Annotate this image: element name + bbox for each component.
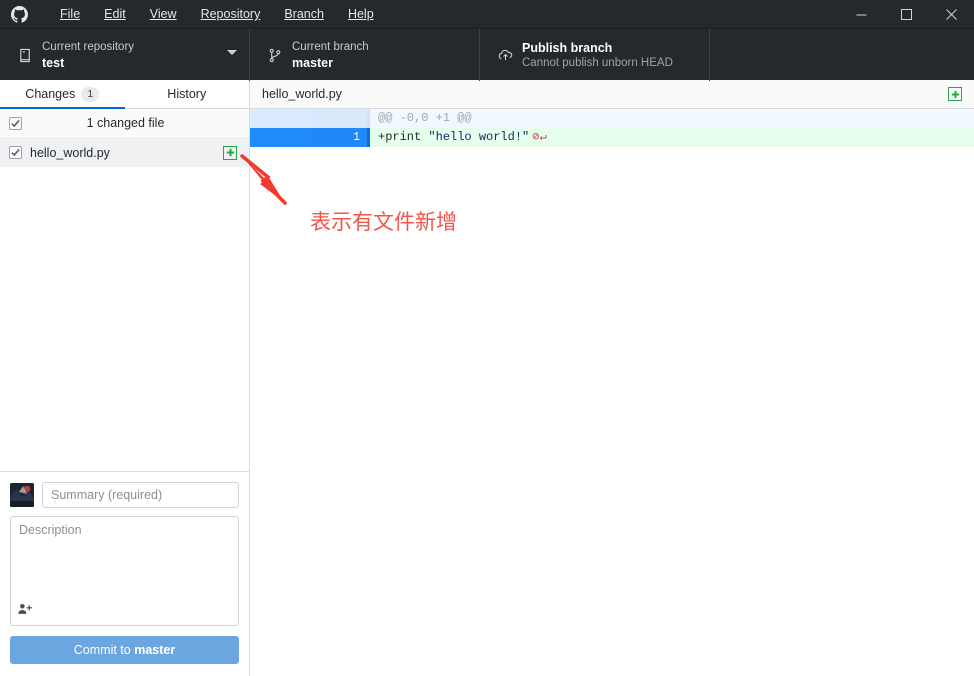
menu-item-help[interactable]: Help <box>336 3 386 25</box>
repository-icon <box>12 48 38 63</box>
diff-old-line-number <box>250 109 310 128</box>
menu-item-view-label: View <box>149 7 177 21</box>
commit-summary-row <box>10 482 239 508</box>
main-toolbar: Current repository test Current branch m… <box>0 28 974 81</box>
no-newline-eol-icon: ⊘↵ <box>532 130 547 144</box>
commit-summary-input[interactable] <box>42 482 239 508</box>
changes-count-badge: 1 <box>81 86 100 102</box>
diff-file-name: hello_world.py <box>262 87 342 101</box>
maximize-icon[interactable] <box>884 0 929 28</box>
menu-bar: File Edit View Repository Branch Help <box>48 3 386 25</box>
menu-item-repository-label: Repository <box>200 7 261 21</box>
sidebar-tabs: Changes 1 History <box>0 80 249 109</box>
commit-form: Commit to master <box>0 471 249 676</box>
menu-item-view[interactable]: View <box>138 3 189 25</box>
current-branch-button[interactable]: Current branch master <box>250 29 480 81</box>
commit-description-wrapper <box>10 516 239 626</box>
main-body: Changes 1 History 1 changed file hello_w… <box>0 80 974 676</box>
menu-item-branch[interactable]: Branch <box>272 3 336 25</box>
diff-pane: hello_world.py @@ -0,0 +1 @@ 1 +print "h… <box>250 80 974 676</box>
avatar <box>10 483 34 507</box>
current-branch-label: Current branch <box>292 40 369 53</box>
close-icon[interactable] <box>929 0 974 28</box>
commit-description-input[interactable] <box>11 517 238 625</box>
add-coauthor-icon[interactable] <box>18 602 32 620</box>
added-plus-icon <box>223 145 237 160</box>
diff-code-head: print <box>385 130 429 144</box>
current-branch-value: master <box>292 55 333 70</box>
added-plus-icon <box>948 87 962 101</box>
current-repository-label: Current repository <box>42 40 135 53</box>
github-logo-icon <box>4 5 34 23</box>
file-checkbox[interactable] <box>0 146 30 159</box>
select-all-files-row[interactable]: 1 changed file <box>0 109 249 138</box>
commit-button-prefix: Commit to <box>73 643 135 657</box>
menu-item-file-label: File <box>60 7 81 21</box>
publish-branch-title: Publish branch <box>522 40 613 55</box>
diff-hunk-line[interactable]: @@ -0,0 +1 @@ <box>250 109 974 128</box>
menu-item-branch-label: Branch <box>284 7 324 21</box>
diff-code-string: "hello world!" <box>428 130 530 144</box>
diff-new-line-number: 1 <box>310 128 370 147</box>
commit-to-branch-button[interactable]: Commit to master <box>10 636 239 664</box>
diff-header: hello_world.py <box>250 80 974 109</box>
tab-history-label: History <box>167 87 207 101</box>
file-name-label: hello_world.py <box>30 145 110 160</box>
changes-sidebar: Changes 1 History 1 changed file hello_w… <box>0 80 250 676</box>
tab-changes[interactable]: Changes 1 <box>0 80 125 109</box>
current-repository-button[interactable]: Current repository test <box>0 29 250 81</box>
diff-added-text: +print "hello world!" ⊘↵ <box>370 128 974 147</box>
minimize-icon[interactable] <box>839 0 884 28</box>
diff-added-line[interactable]: 1 +print "hello world!" ⊘↵ <box>250 128 974 147</box>
cloud-upload-icon <box>492 47 518 64</box>
tab-changes-label: Changes <box>25 87 76 101</box>
commit-button-branch: master <box>134 643 176 657</box>
menu-item-edit-label: Edit <box>104 7 126 21</box>
title-bar: File Edit View Repository Branch Help <box>0 0 974 28</box>
select-all-checkbox[interactable] <box>0 116 30 130</box>
publish-branch-button[interactable]: Publish branch Cannot publish unborn HEA… <box>480 29 710 81</box>
menu-item-edit[interactable]: Edit <box>92 3 138 25</box>
diff-hunk-text: @@ -0,0 +1 @@ <box>378 111 472 125</box>
branch-icon <box>262 48 288 63</box>
github-desktop-window: File Edit View Repository Branch Help Cu… <box>0 0 974 676</box>
changed-files-summary: 1 changed file <box>86 116 165 130</box>
menu-item-help-label: Help <box>347 7 374 21</box>
diff-old-line-number <box>250 128 310 147</box>
diff-new-line-number <box>310 109 370 128</box>
toolbar-filler <box>710 29 974 81</box>
tab-history[interactable]: History <box>125 80 250 108</box>
list-item[interactable]: hello_world.py <box>0 138 249 167</box>
diff-body[interactable]: @@ -0,0 +1 @@ 1 +print "hello world!" ⊘↵ <box>250 109 974 676</box>
file-list-empty-space <box>0 167 249 471</box>
checkbox-checked-icon <box>8 116 22 130</box>
menu-item-repository[interactable]: Repository <box>189 3 273 25</box>
chevron-down-icon <box>227 50 237 55</box>
checkbox-checked-icon <box>8 146 22 159</box>
menu-item-file[interactable]: File <box>48 3 92 25</box>
window-controls <box>839 0 974 28</box>
current-repository-value: test <box>42 55 65 70</box>
publish-branch-subtitle: Cannot publish unborn HEAD <box>522 56 673 69</box>
